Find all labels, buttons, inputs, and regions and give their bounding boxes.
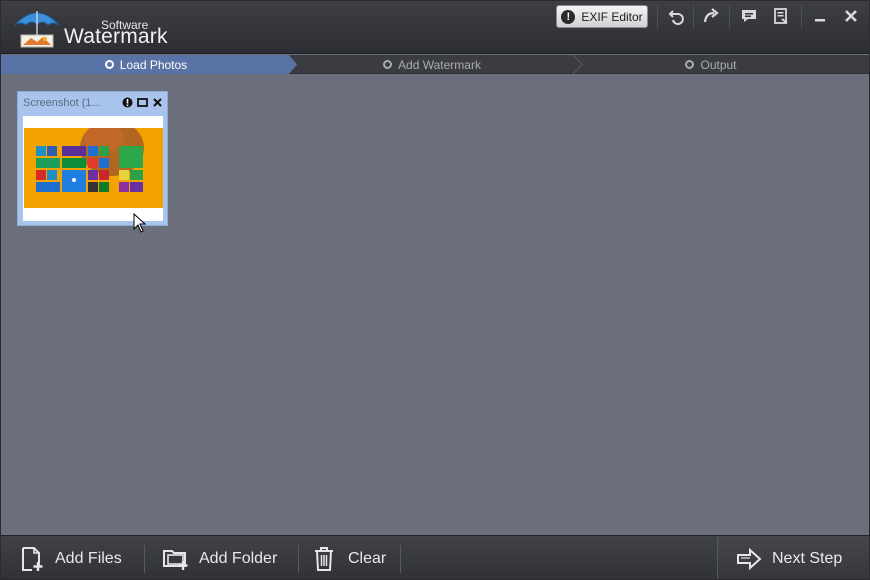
close-icon[interactable] (838, 5, 864, 27)
step-label: Add Watermark (398, 57, 481, 72)
step-label: Output (700, 57, 737, 72)
redo-icon[interactable] (698, 5, 724, 27)
photo-list-area[interactable]: Screenshot (1... (1, 75, 869, 535)
add-files-button[interactable]: Add Files (19, 536, 122, 579)
mouse-cursor-icon (133, 213, 147, 233)
exclamation-circle-icon: ! (561, 9, 576, 24)
add-folder-label: Add Folder (199, 549, 278, 567)
bottom-toolbar: Add Files Add Folder Clear Next Step (1, 535, 869, 579)
photo-title: Screenshot (1... (23, 97, 101, 109)
photo-preview (23, 116, 163, 221)
umbrella-logo-icon (14, 11, 60, 48)
info-icon[interactable] (122, 97, 133, 108)
toolbar-separator (693, 5, 694, 29)
feedback-icon[interactable] (736, 5, 762, 27)
step-bar: Load Photos Add Watermark Output (1, 55, 869, 74)
add-folder-icon (163, 549, 188, 570)
clear-label: Clear (348, 549, 387, 567)
toolbar-separator (298, 545, 299, 573)
trash-icon (315, 546, 333, 571)
next-step-button[interactable]: Next Step (717, 536, 869, 579)
toolbar-separator (400, 545, 401, 573)
next-step-label: Next Step (772, 549, 843, 567)
maximize-icon[interactable] (137, 97, 148, 108)
toolbar-separator (729, 5, 730, 29)
step-add-watermark[interactable]: Add Watermark (291, 55, 573, 74)
exif-editor-button[interactable]: ! EXIF Editor (556, 5, 648, 28)
step-dot-icon (685, 60, 695, 69)
brand-title: Watermark (64, 25, 168, 48)
remove-icon[interactable] (152, 97, 163, 108)
register-icon[interactable] (768, 5, 794, 27)
toolbar-separator (801, 5, 802, 29)
step-label: Load Photos (119, 57, 188, 72)
step-dot-icon (104, 60, 114, 69)
step-output[interactable]: Output (577, 55, 845, 74)
windows-start-screen-image (24, 128, 163, 208)
arrow-right-icon (737, 547, 762, 570)
thumbnail-controls (122, 97, 163, 108)
add-files-label: Add Files (55, 549, 122, 567)
app-window: Software Watermark ! EXIF Editor Load Ph… (0, 0, 870, 580)
next-step-content: Next Step (736, 536, 843, 579)
step-load-photos[interactable]: Load Photos (1, 55, 291, 74)
photo-thumbnail[interactable]: Screenshot (1... (17, 91, 168, 226)
add-folder-button[interactable]: Add Folder (163, 536, 278, 579)
toolbar-separator (657, 5, 658, 29)
title-bar[interactable]: Software Watermark ! EXIF Editor (1, 1, 869, 54)
clear-button[interactable]: Clear (312, 536, 387, 579)
add-file-icon (22, 546, 43, 571)
step-dot-icon (383, 60, 393, 69)
minimize-icon[interactable] (807, 5, 833, 27)
undo-icon[interactable] (664, 5, 690, 27)
toolbar-separator (144, 545, 145, 573)
exif-editor-label: EXIF Editor (581, 9, 643, 24)
